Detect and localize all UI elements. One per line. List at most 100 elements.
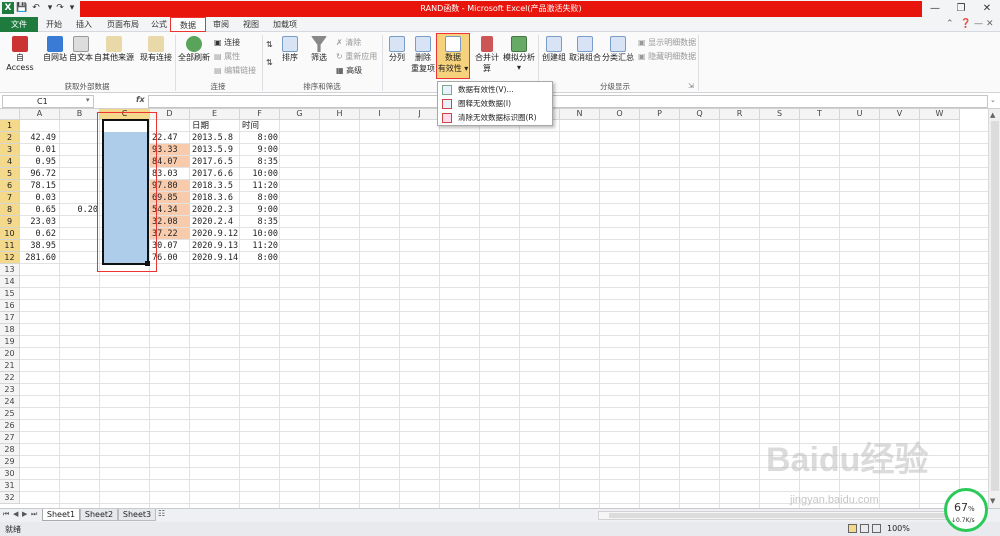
data-validation-button[interactable]: 数据 有效性 ▾ [436, 33, 470, 79]
cell-e[interactable]: 2020.9.13 [192, 240, 238, 252]
insert-sheet-icon[interactable]: ☷ [158, 509, 165, 518]
menu-item-data-validation[interactable]: 数据有效性(V)... [438, 83, 552, 97]
text-to-columns-button[interactable]: 分列 [384, 36, 410, 63]
cell-e[interactable]: 2020.2.3 [192, 204, 238, 216]
row-header-3[interactable]: 3 [0, 144, 20, 156]
cell-e[interactable]: 2017.6.6 [192, 168, 238, 180]
column-header-j[interactable]: J [400, 109, 440, 120]
ribbon-minimize-icon[interactable]: ⌃ [946, 19, 954, 29]
column-header-p[interactable]: P [640, 109, 680, 120]
cell-a[interactable]: 23.03 [20, 216, 56, 228]
first-sheet-icon[interactable]: ⏮ [3, 510, 9, 519]
cell-d[interactable]: 76.00 [152, 252, 188, 264]
tab-insert[interactable]: 插入 [70, 17, 98, 32]
row-header-18[interactable]: 18 [0, 324, 20, 336]
row-header-20[interactable]: 20 [0, 348, 20, 360]
tab-file[interactable]: 文件 [0, 17, 38, 32]
cell-f1[interactable]: 时间 [242, 120, 278, 132]
cell-f[interactable]: 8:35 [240, 216, 278, 228]
consolidate-button[interactable]: 合并计算 [472, 36, 502, 74]
cell-d[interactable]: 93.33 [152, 144, 188, 156]
column-header-g[interactable]: G [280, 109, 320, 120]
workbook-minimize-icon[interactable]: — [974, 19, 983, 29]
row-header-9[interactable]: 9 [0, 216, 20, 228]
next-sheet-icon[interactable]: ▶ [22, 510, 27, 518]
cell-f[interactable]: 10:00 [240, 228, 278, 240]
row-header-14[interactable]: 14 [0, 276, 20, 288]
dialog-launcher-icon[interactable]: ⇲ [688, 82, 694, 90]
tab-formulas[interactable]: 公式 [146, 17, 172, 32]
cell-f[interactable]: 10:00 [240, 168, 278, 180]
column-header-r[interactable]: R [720, 109, 760, 120]
row-header-7[interactable]: 7 [0, 192, 20, 204]
cell-e[interactable]: 2013.5.9 [192, 144, 238, 156]
row-header-17[interactable]: 17 [0, 312, 20, 324]
column-header-f[interactable]: F [240, 109, 280, 120]
row-header-21[interactable]: 21 [0, 360, 20, 372]
cell-f[interactable]: 8:00 [240, 132, 278, 144]
row-header-29[interactable]: 29 [0, 456, 20, 468]
group-button[interactable]: 创建组 [540, 36, 568, 63]
row-header-11[interactable]: 11 [0, 240, 20, 252]
cell-b8[interactable]: 0.20 [60, 204, 98, 216]
row-header-23[interactable]: 23 [0, 384, 20, 396]
cell-e[interactable]: 2018.3.6 [192, 192, 238, 204]
row-header-22[interactable]: 22 [0, 372, 20, 384]
cell-d[interactable]: 69.85 [152, 192, 188, 204]
page-layout-view-icon[interactable] [860, 524, 869, 533]
cell-e[interactable]: 2020.9.12 [192, 228, 238, 240]
row-header-5[interactable]: 5 [0, 168, 20, 180]
cell-f[interactable]: 8:00 [240, 252, 278, 264]
tab-addins[interactable]: 加载项 [268, 17, 302, 32]
cell-a[interactable]: 281.60 [20, 252, 56, 264]
horizontal-scrollbar[interactable] [598, 511, 986, 520]
from-other-sources-button[interactable]: 自其他来源 [92, 36, 136, 63]
cell-e1[interactable]: 日期 [192, 120, 238, 132]
cell-f[interactable]: 8:35 [240, 156, 278, 168]
name-box[interactable]: C1 [2, 95, 94, 108]
row-header-1[interactable]: 1 [0, 120, 20, 132]
cell-a[interactable]: 0.03 [20, 192, 56, 204]
formula-expand-icon[interactable]: ⌄ [990, 96, 996, 104]
cell-a[interactable]: 0.95 [20, 156, 56, 168]
column-header-h[interactable]: H [320, 109, 360, 120]
cell-d[interactable]: 37.22 [152, 228, 188, 240]
cell-d[interactable]: 32.08 [152, 216, 188, 228]
zoom-level[interactable]: 100% [887, 524, 910, 533]
filter-button[interactable]: 筛选 [306, 36, 332, 63]
column-header-o[interactable]: O [600, 109, 640, 120]
column-header-s[interactable]: S [760, 109, 800, 120]
cell-d[interactable]: 84.07 [152, 156, 188, 168]
vertical-scrollbar[interactable]: ▲ ▼ [988, 109, 1000, 508]
row-header-26[interactable]: 26 [0, 420, 20, 432]
from-web-button[interactable]: 自网站 [40, 36, 70, 63]
page-break-view-icon[interactable] [872, 524, 881, 533]
column-header-v[interactable]: V [880, 109, 920, 120]
menu-item-clear-circles[interactable]: 清除无效数据标识圈(R) [438, 111, 552, 125]
properties-button[interactable]: ▤ 属性 [214, 51, 240, 62]
cell-a[interactable]: 0.62 [20, 228, 56, 240]
row-header-2[interactable]: 2 [0, 132, 20, 144]
formula-input[interactable] [148, 95, 988, 108]
insert-function-icon[interactable]: fx [136, 95, 145, 104]
cell-a[interactable]: 78.15 [20, 180, 56, 192]
cell-a[interactable]: 0.65 [20, 204, 56, 216]
row-header-25[interactable]: 25 [0, 408, 20, 420]
save-icon[interactable]: 💾 [16, 2, 28, 14]
ungroup-button[interactable]: 取消组合 [568, 36, 602, 63]
reapply-button[interactable]: ↻ 重新应用 [336, 51, 377, 62]
column-header-b[interactable]: B [60, 109, 100, 120]
remove-duplicates-button[interactable]: 删除 重复项 [410, 36, 436, 74]
normal-view-icon[interactable] [848, 524, 857, 533]
name-box-dropdown-icon[interactable]: ▾ [86, 96, 90, 104]
qat-customize-icon[interactable]: ▾ [66, 2, 78, 14]
column-header-e[interactable]: E [190, 109, 240, 120]
sheet-tab-3[interactable]: Sheet3 [118, 509, 156, 521]
from-text-button[interactable]: 自文本 [68, 36, 94, 63]
tab-data[interactable]: 数据 [170, 17, 206, 32]
row-header-10[interactable]: 10 [0, 228, 20, 240]
row-header-8[interactable]: 8 [0, 204, 20, 216]
sheet-tab-2[interactable]: Sheet2 [80, 509, 118, 521]
undo-icon[interactable]: ↶ [30, 2, 42, 14]
tab-view[interactable]: 视图 [238, 17, 264, 32]
